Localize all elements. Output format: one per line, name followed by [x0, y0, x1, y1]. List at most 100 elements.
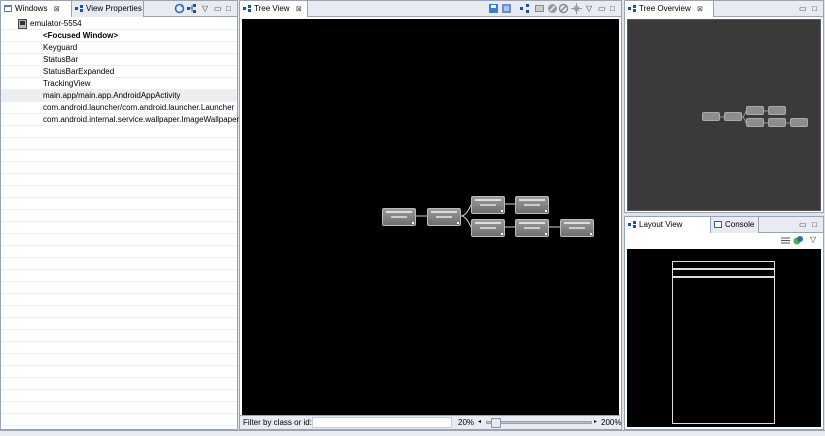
windows-panel: Windows ⊠ View Properties ▽ ▭ □ emulator… [0, 0, 240, 430]
window-item-label: com.android.internal.service.wallpaper.I… [43, 115, 240, 124]
hierarchy-icon [628, 221, 636, 228]
overview-node [746, 106, 764, 115]
tab-tree-overview[interactable]: Tree Overview ⊠ [625, 1, 714, 17]
tab-layout-view[interactable]: Layout View [625, 217, 711, 233]
console-icon [714, 221, 722, 228]
tree-overview-tabbar: Tree Overview ⊠ ▭ □ [625, 1, 823, 17]
window-item-label: TrackingView [43, 79, 91, 88]
maximize-icon[interactable]: □ [812, 4, 817, 13]
zoom-slider[interactable] [486, 421, 592, 424]
tab-console[interactable]: Console [711, 217, 759, 233]
maximize-icon[interactable]: □ [610, 4, 615, 13]
tab-tree-overview-label: Tree Overview [639, 4, 691, 13]
view-menu-icon[interactable]: ▽ [202, 4, 208, 13]
hierarchy-icon [628, 5, 636, 12]
request-layout-icon[interactable] [571, 3, 582, 14]
window-item-label: Keyguard [43, 43, 78, 52]
close-icon[interactable]: ⊠ [296, 6, 302, 13]
window-item-label: com.android.launcher/com.android.launche… [43, 103, 235, 112]
windows-icon [4, 5, 12, 12]
hierarchy-icon [75, 5, 83, 12]
overview-node [768, 118, 786, 127]
tab-console-label: Console [725, 220, 755, 229]
hierarchy-icon [243, 5, 251, 12]
tab-view-properties-label: View Properties [86, 4, 142, 13]
tab-tree-view-label: Tree View [254, 4, 290, 13]
minimize-icon[interactable]: ▭ [799, 220, 807, 229]
zoom-min-label: 20% [458, 418, 475, 427]
zoom-right-arrow-icon[interactable]: ▸ [594, 416, 597, 429]
capture-layers-icon[interactable] [501, 3, 512, 14]
overview-node [790, 118, 808, 127]
load-hierarchy-icon[interactable] [520, 3, 531, 14]
zoom-max-label: 200% [601, 418, 622, 427]
stop-icon[interactable] [558, 3, 569, 14]
device-row[interactable]: emulator-5554 [1, 18, 237, 30]
zoom-slider-thumb[interactable] [490, 418, 501, 428]
window-item[interactable]: StatusBarExpanded [1, 66, 237, 78]
maximize-icon[interactable]: □ [226, 4, 231, 13]
layout-view-canvas[interactable] [627, 249, 821, 427]
minimize-icon[interactable]: ▭ [799, 4, 807, 13]
window-item[interactable]: Keyguard [1, 42, 237, 54]
tree-node[interactable] [560, 219, 594, 237]
tab-view-properties[interactable]: View Properties [72, 1, 144, 17]
tab-windows[interactable]: Windows ⊠ [1, 1, 72, 17]
empty-rows [1, 126, 237, 429]
windows-tabbar: Windows ⊠ View Properties ▽ ▭ □ [1, 1, 237, 17]
filter-label: Filter by class or id: [243, 418, 312, 427]
window-item-label: main.app/main.app.AndroidAppActivity [43, 91, 181, 100]
overview-node [768, 106, 786, 115]
minimize-icon[interactable]: ▭ [214, 4, 222, 13]
tree-node[interactable] [471, 219, 505, 237]
window-item[interactable]: StatusBar [1, 54, 237, 66]
tree-node[interactable] [382, 208, 416, 226]
layout-outline-status [672, 261, 775, 269]
layout-outline-title [672, 269, 775, 277]
bottom-status-strip [0, 430, 825, 436]
window-item[interactable]: com.android.launcher/com.android.launche… [1, 102, 237, 114]
device-icon [18, 19, 27, 29]
window-item[interactable]: <Focused Window> [1, 30, 237, 42]
windows-tree: emulator-5554 <Focused Window> Keyguard … [1, 18, 240, 429]
tree-overview-canvas[interactable] [627, 19, 821, 211]
display-view-icon[interactable] [534, 3, 545, 14]
tree-node[interactable] [427, 208, 461, 226]
minimize-icon[interactable]: ▭ [598, 4, 606, 13]
view-menu-icon[interactable]: ▽ [586, 4, 592, 13]
tab-tree-view[interactable]: Tree View ⊠ [240, 1, 308, 17]
tree-view-canvas[interactable] [242, 19, 619, 416]
window-item-selected[interactable]: main.app/main.app.AndroidAppActivity [1, 90, 237, 102]
save-png-icon[interactable] [488, 3, 499, 14]
layout-view-panel: Layout View Console ▭ □ ▽ [624, 216, 824, 430]
layout-view-toolbar: ▽ [625, 234, 823, 248]
window-item-label: StatusBarExpanded [43, 67, 115, 76]
load-all-views-icon[interactable] [793, 235, 804, 246]
tab-layout-view-label: Layout View [639, 220, 683, 229]
tab-windows-label: Windows [15, 4, 48, 13]
window-item[interactable]: com.android.internal.service.wallpaper.I… [1, 114, 240, 126]
close-icon[interactable]: ⊠ [54, 6, 60, 13]
device-label: emulator-5554 [30, 19, 82, 28]
window-item-label: <Focused Window> [43, 31, 119, 40]
tree-view-statusbar: Filter by class or id: 20% ◂ ▸ 200% [240, 415, 622, 429]
load-hierarchy-icon[interactable] [187, 3, 198, 14]
filter-input[interactable] [312, 417, 452, 428]
tree-node[interactable] [515, 196, 549, 214]
close-icon[interactable]: ⊠ [697, 6, 703, 13]
maximize-icon[interactable]: □ [812, 220, 817, 229]
zoom-left-arrow-icon[interactable]: ◂ [478, 416, 481, 429]
overview-node [702, 112, 720, 121]
tree-overview-panel: Tree Overview ⊠ ▭ □ [624, 0, 824, 213]
layout-view-tabbar: Layout View Console ▭ □ [625, 217, 823, 233]
overview-node [724, 112, 742, 121]
view-menu-icon[interactable]: ▽ [810, 235, 816, 244]
show-extras-icon[interactable] [780, 235, 791, 246]
refresh-icon[interactable] [174, 3, 185, 14]
invalidate-icon[interactable] [547, 3, 558, 14]
overview-node [746, 118, 764, 127]
tree-view-panel: Tree View ⊠ ▽ ▭ □ [239, 0, 622, 430]
tree-node[interactable] [515, 219, 549, 237]
tree-node[interactable] [471, 196, 505, 214]
window-item[interactable]: TrackingView [1, 78, 237, 90]
